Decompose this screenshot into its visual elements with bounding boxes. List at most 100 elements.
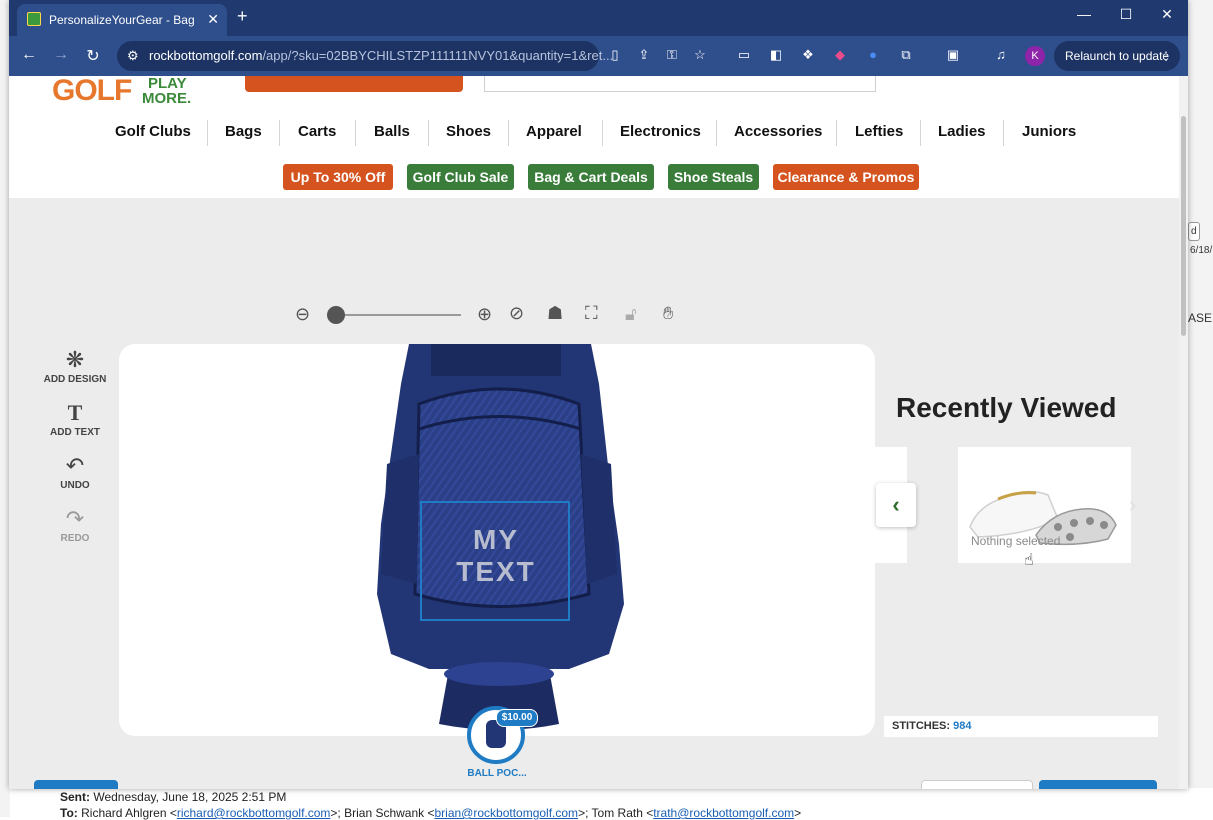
tab-close-icon[interactable]: ✕ <box>207 11 219 28</box>
nav-ladies[interactable]: Ladies <box>938 123 986 140</box>
page-scrollbar[interactable] <box>1179 76 1188 789</box>
nav-carts[interactable]: Carts <box>298 123 336 140</box>
email-to-line: To: Richard Ahlgren <richard@rockbottomg… <box>60 806 801 820</box>
undo-button[interactable]: ↶ UNDO <box>37 452 113 491</box>
bottom-primary-button[interactable] <box>1039 780 1157 789</box>
recently-viewed-title: Recently Viewed <box>896 392 1117 423</box>
pan-hand-icon[interactable]: ✋︎ <box>663 303 673 324</box>
nav-divider <box>836 120 837 146</box>
text-t-icon: T <box>67 400 83 425</box>
hand-cursor-icon: ☝︎ <box>1024 552 1034 569</box>
zoom-slider-handle[interactable] <box>327 306 345 324</box>
nothing-selected-text: Nothing selected <box>971 534 1061 548</box>
nav-shoes[interactable]: Shoes <box>446 123 491 140</box>
bottom-left-button[interactable] <box>34 780 118 789</box>
email-link-2[interactable]: brian@rockbottomgolf.com <box>434 806 578 820</box>
zoom-in-icon[interactable]: ⊕ <box>477 304 492 325</box>
close-window-button[interactable]: ✕ <box>1147 6 1187 23</box>
background-email: Sent: Wednesday, June 18, 2025 2:51 PM T… <box>40 788 1213 820</box>
add-text-button[interactable]: T ADD TEXT <box>37 399 113 438</box>
back-icon[interactable]: ← <box>19 46 39 64</box>
extension-3-icon[interactable]: ❖ <box>799 47 817 63</box>
email-to-name-3: >; Tom Rath < <box>578 806 654 820</box>
carousel-prev-icon[interactable]: ‹ <box>876 483 916 527</box>
extension-4-icon[interactable]: ◆ <box>831 47 849 63</box>
minimize-button[interactable]: — <box>1064 6 1104 22</box>
design-canvas[interactable]: MY TEXT <box>119 344 875 736</box>
nav-divider <box>508 120 509 146</box>
add-text-label: ADD TEXT <box>50 427 100 438</box>
site-search-input[interactable] <box>484 76 876 92</box>
nav-divider <box>920 120 921 146</box>
nav-lefties[interactable]: Lefties <box>855 123 903 140</box>
email-link-1[interactable]: richard@rockbottomgolf.com <box>177 806 331 820</box>
omnibox[interactable]: ⚙ rockbottomgolf.com/app/?sku=02BBYCHILS… <box>117 41 613 71</box>
design-text[interactable]: MY TEXT <box>431 524 561 588</box>
profile-avatar[interactable]: K <box>1025 46 1045 66</box>
nav-balls[interactable]: Balls <box>374 123 410 140</box>
maximize-button[interactable]: ☐ <box>1106 6 1146 23</box>
promo-clearance[interactable]: Clearance & Promos <box>773 164 919 190</box>
browser-tab[interactable]: PersonalizeYourGear - Bag Boy ✕ <box>17 4 227 36</box>
nav-juniors[interactable]: Juniors <box>1022 123 1076 140</box>
media-control-icon[interactable]: ♫ <box>992 47 1010 62</box>
share-icon[interactable]: ⇪ <box>635 47 653 63</box>
flower-design-icon: ❋ <box>65 347 85 372</box>
nav-accessories[interactable]: Accessories <box>734 123 822 140</box>
promo-up-to-30-off[interactable]: Up To 30% Off <box>283 164 393 190</box>
site-settings-icon[interactable]: ⚙ <box>127 48 139 64</box>
bookmark-star-icon[interactable]: ☆ <box>691 47 709 63</box>
email-link-3[interactable]: trath@rockbottomgolf.com <box>653 806 794 820</box>
extension-5-icon[interactable]: ● <box>864 47 882 62</box>
nav-bags[interactable]: Bags <box>225 123 262 140</box>
tab-strip: PersonalizeYourGear - Bag Boy ✕ + — ☐ ✕ <box>9 0 1188 36</box>
zoom-out-icon[interactable]: ⊖ <box>295 304 310 325</box>
email-to-end: > <box>794 806 802 820</box>
bottom-secondary-button[interactable] <box>921 780 1033 789</box>
add-design-button[interactable]: ❋ ADD DESIGN <box>37 346 113 385</box>
stitch-count: STITCHES: 984 <box>884 716 1158 737</box>
nav-divider <box>428 120 429 146</box>
preview-icon[interactable]: ☗ <box>547 303 563 324</box>
web-page: GOLF PLAY MORE. Golf Clubs Bags Carts Ba… <box>9 76 1188 789</box>
location-price-badge: $10.00 <box>496 709 538 727</box>
url-text: rockbottomgolf.com/app/?sku=02BBYCHILSTZ… <box>149 48 613 63</box>
extension-2-icon[interactable]: ◧ <box>767 47 785 63</box>
more-menu-icon[interactable]: ⋮ <box>1160 41 1172 71</box>
extension-1-icon[interactable]: ▭ <box>735 47 753 63</box>
promo-bag-cart-deals[interactable]: Bag & Cart Deals <box>528 164 654 190</box>
url-domain: rockbottomgolf.com <box>149 48 263 63</box>
nav-electronics[interactable]: Electronics <box>620 123 701 140</box>
clipboard-icon[interactable]: ▯ <box>606 47 624 63</box>
relaunch-button[interactable]: Relaunch to update ⋮ <box>1054 41 1180 71</box>
reload-icon[interactable]: ↻ <box>83 46 103 66</box>
key-icon[interactable]: ⚿ <box>663 47 681 63</box>
address-bar-row: ← → ↻ ⚙ rockbottomgolf.com/app/?sku=02BB… <box>9 36 1188 76</box>
nav-apparel[interactable]: Apparel <box>526 123 582 140</box>
email-sent-line: Sent: Wednesday, June 18, 2025 2:51 PM <box>60 790 286 804</box>
lock-icon[interactable]: 🔓︎ <box>625 304 637 325</box>
nav-divider <box>355 120 356 146</box>
redo-button[interactable]: ↷ REDO <box>37 505 113 544</box>
promo-golf-club-sale[interactable]: Golf Club Sale <box>407 164 514 190</box>
header-cta-button[interactable] <box>245 76 463 92</box>
extensions-puzzle-icon[interactable]: ⧉ <box>897 47 915 63</box>
crop-icon[interactable]: ⛶ <box>585 303 598 324</box>
promo-shoe-steals[interactable]: Shoe Steals <box>668 164 759 190</box>
scrollbar-thumb[interactable] <box>1181 116 1186 336</box>
redo-label: REDO <box>60 533 90 544</box>
background-button-snippet: d <box>1188 222 1200 241</box>
carousel-next-icon[interactable]: › <box>1129 492 1136 518</box>
logo-golf-text[interactable]: GOLF <box>52 76 132 106</box>
redo-icon: ↷ <box>65 506 85 531</box>
hide-design-icon[interactable]: ⊘ <box>509 303 524 324</box>
new-tab-button[interactable]: + <box>237 6 248 27</box>
location-label[interactable]: BALL POC... <box>457 768 537 779</box>
site-header: GOLF PLAY MORE. Golf Clubs Bags Carts Ba… <box>9 76 1179 198</box>
zoom-slider-track[interactable] <box>339 314 461 316</box>
nav-golf-clubs[interactable]: Golf Clubs <box>115 123 191 140</box>
url-path: /app/?sku=02BBYCHILSTZP111111NVY01&quant… <box>262 48 614 63</box>
reading-mode-icon[interactable]: ▣ <box>944 47 962 63</box>
forward-icon[interactable]: → <box>51 46 71 64</box>
nav-divider <box>716 120 717 146</box>
